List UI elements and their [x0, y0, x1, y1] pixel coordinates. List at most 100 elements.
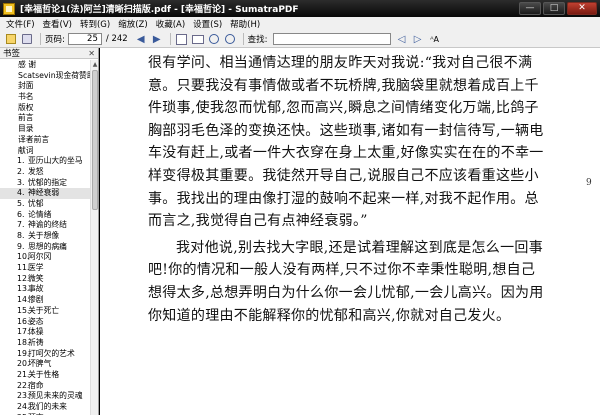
menu-help[interactable]: 帮助(H) [226, 18, 264, 30]
menu-zoom[interactable]: 缩放(Z) [114, 18, 151, 30]
menu-goto[interactable]: 转到(G) [76, 18, 114, 30]
bookmark-item[interactable]: 书名 [0, 92, 90, 103]
bookmark-label: 关于性格 [28, 369, 60, 379]
menu-favorites[interactable]: 收藏(A) [152, 18, 189, 30]
page-label: 页码: [45, 35, 65, 45]
bookmark-item[interactable]: 感 谢 [0, 60, 90, 71]
bookmark-number: 11. [17, 263, 30, 273]
close-sidebar-icon[interactable]: ✕ [88, 49, 95, 58]
open-icon[interactable] [4, 33, 18, 46]
prev-page-icon[interactable]: ◀ [134, 33, 148, 46]
bookmark-tree: 感 谢 Scatsevin现金荷赞助 封面 书名 版权 前言 目录 译者前言 献词 1. 亚历山大的… [0, 60, 90, 415]
bookmark-item[interactable]: 13. 事故 [0, 284, 90, 295]
bookmark-item[interactable]: 11. 医学 [0, 263, 90, 274]
zoom-out-icon[interactable] [207, 33, 221, 46]
bookmark-number: 1. [17, 156, 25, 166]
next-page-icon[interactable]: ▶ [150, 33, 164, 46]
bookmark-item[interactable]: 译者前言 [0, 135, 90, 146]
bookmark-number: 13. [17, 284, 30, 294]
bookmark-item[interactable]: 24. 我们的未来 [0, 402, 90, 413]
bookmark-label: 医学 [28, 263, 44, 273]
bookmark-item[interactable]: 22. 宿命 [0, 381, 90, 392]
bookmark-item[interactable]: 献词 [0, 146, 90, 157]
bookmark-label: 体操 [28, 327, 44, 337]
bookmark-item[interactable]: 12. 微笑 [0, 274, 90, 285]
menu-settings[interactable]: 设置(S) [189, 18, 226, 30]
bookmark-label: Scatsevin现金荷赞助 [18, 70, 90, 80]
bookmark-item[interactable]: 6. 论情绪 [0, 210, 90, 221]
sidebar-scrollbar[interactable]: ▲ [90, 60, 98, 415]
bookmark-item[interactable]: 17. 体操 [0, 327, 90, 338]
bookmark-item[interactable]: 2. 发怒 [0, 167, 90, 178]
bookmark-label: 感 谢 [18, 60, 37, 69]
fit-width-icon[interactable] [191, 33, 205, 46]
paragraph: 我对他说,别去找大字眼,还是试着理解这到底是怎么一回事吧!你的情况和一般人没有两… [148, 239, 544, 324]
bookmark-item[interactable]: 7. 神谕的终结 [0, 220, 90, 231]
bookmark-label: 前言 [18, 113, 34, 123]
bookmark-item[interactable]: 18. 祈祷 [0, 338, 90, 349]
print-icon[interactable] [20, 33, 34, 46]
bookmark-item[interactable]: 23. 预见未来的灵魂 [0, 391, 90, 402]
bookmark-item[interactable]: 版权 [0, 103, 90, 114]
bookmark-item[interactable]: 8. 关于想像 [0, 231, 90, 242]
paragraph: 很有学问、相当通情达理的朋友昨天对我说:“我对自己很不满意。只要我没有事情做或者… [148, 55, 544, 230]
page-number-input[interactable]: 25 [67, 33, 102, 45]
close-button[interactable]: ✕ [567, 2, 597, 15]
toolbar-separator [242, 33, 244, 45]
bookmark-label: 思想的病痛 [28, 241, 67, 251]
bookmark-label: 坏脾气 [28, 359, 52, 369]
bookmark-number: 7. [17, 220, 25, 230]
bookmark-number: 15. [17, 305, 30, 315]
bookmark-item[interactable]: 封面 [0, 81, 90, 92]
bookmark-item[interactable]: 前言 [0, 113, 90, 124]
bookmark-number: 20. [17, 359, 30, 369]
bookmark-label: 发怒 [28, 166, 44, 176]
bookmark-item[interactable]: 21. 关于性格 [0, 370, 90, 381]
fit-page-icon[interactable] [175, 33, 189, 46]
bookmark-number: 22. [17, 380, 30, 390]
bookmark-item[interactable]: 5. 忧郁 [0, 199, 90, 210]
document-viewer[interactable]: 很有学问、相当通情达理的朋友昨天对我说:“我对自己很不满意。只要我没有事情做或者… [100, 48, 600, 415]
bookmark-number: 3. [17, 177, 25, 187]
bookmark-item[interactable]: 9. 思想的病痛 [0, 242, 90, 253]
bookmark-label: 我们的未来 [28, 402, 67, 411]
menu-view[interactable]: 查看(V) [39, 18, 76, 30]
bookmark-label: 封面 [18, 81, 34, 91]
bookmark-label: 书名 [18, 92, 34, 102]
find-next-icon[interactable]: ▷ [411, 33, 425, 46]
margin-mark: 9 [586, 178, 592, 188]
bookmark-label: 惨剧 [28, 295, 44, 305]
page-text: 很有学问、相当通情达理的朋友昨天对我说:“我对自己很不满意。只要我没有事情做或者… [148, 52, 549, 327]
sidebar-title: 书签 [3, 49, 21, 59]
bookmark-item[interactable]: 3. 忧郁的指定 [0, 178, 90, 189]
toolbar-separator [40, 33, 41, 45]
bookmark-item[interactable]: 14. 惨剧 [0, 295, 90, 306]
bookmark-label: 阿尔冈 [28, 252, 52, 262]
bookmark-item[interactable]: 19. 打呵欠的艺术 [0, 349, 90, 360]
bookmark-item[interactable]: Scatsevin现金荷赞助 [0, 71, 90, 82]
match-case-toggle[interactable]: ᴬA [427, 33, 443, 46]
bookmark-item[interactable]: 目录 [0, 124, 90, 135]
minimize-button[interactable]: — [519, 2, 541, 15]
bookmark-label: 关于想像 [28, 231, 60, 240]
bookmark-item[interactable]: 4. 神经衰弱 [0, 188, 90, 199]
bookmark-item[interactable]: 20. 坏脾气 [0, 359, 90, 370]
bookmark-label: 忧郁 [28, 198, 44, 208]
bookmark-item[interactable]: 1. 亚历山大的坐马 [0, 156, 90, 167]
bookmark-number: 23. [17, 391, 30, 401]
find-prev-icon[interactable]: ◁ [395, 33, 409, 46]
bookmark-number: 24. [17, 402, 30, 411]
bookmark-label: 姿态 [28, 316, 44, 326]
scroll-up-icon[interactable]: ▲ [91, 60, 99, 69]
bookmark-number: 12. [17, 273, 30, 283]
bookmark-item[interactable]: 10. 阿尔冈 [0, 252, 90, 263]
scrollbar-thumb[interactable] [92, 70, 98, 210]
menu-file[interactable]: 文件(F) [2, 18, 39, 30]
bookmark-label: 亚历山大的坐马 [28, 156, 83, 166]
bookmark-label: 关于死亡 [28, 305, 60, 315]
maximize-button[interactable]: □ [543, 2, 565, 15]
bookmark-item[interactable]: 15. 关于死亡 [0, 306, 90, 317]
search-input[interactable] [272, 33, 391, 45]
zoom-in-icon[interactable] [223, 33, 237, 46]
bookmark-item[interactable]: 16. 姿态 [0, 317, 90, 328]
